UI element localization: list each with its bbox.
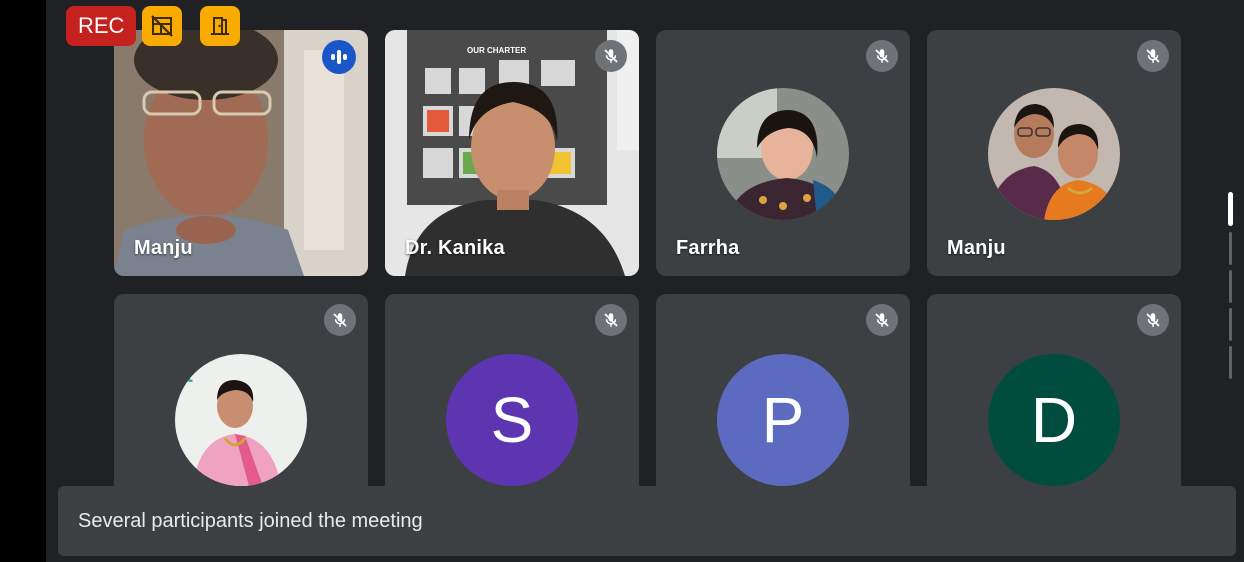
no-video-layout-icon[interactable] (142, 6, 182, 46)
scroll-page-marker (1229, 308, 1232, 341)
participant-name: Manju (134, 237, 193, 259)
participant-name: Manju (947, 237, 1006, 259)
notification-toast: Several participants joined the meeting (58, 486, 1236, 556)
participant-avatar-photo (717, 88, 849, 220)
left-edge-bar (0, 0, 46, 562)
muted-mic-icon (595, 304, 627, 336)
video-background-text: OUR CHARTER (467, 46, 526, 55)
participant-tile-2[interactable]: OUR CHARTER Dr. Kanika (385, 30, 639, 276)
participant-avatar-letter: S (446, 354, 578, 486)
participant-tile-3[interactable]: Farrha (656, 30, 910, 276)
participant-tile-1[interactable]: Manju (114, 30, 368, 276)
scroll-thumb[interactable] (1228, 192, 1233, 226)
scroll-page-marker (1229, 232, 1232, 265)
participant-avatar-photo (988, 88, 1120, 220)
muted-mic-icon (866, 304, 898, 336)
scroll-page-marker (1229, 346, 1232, 379)
toast-message: Several participants joined the meeting (78, 509, 423, 532)
muted-mic-icon (324, 304, 356, 336)
muted-mic-icon (866, 40, 898, 72)
participant-avatar-letter: P (717, 354, 849, 486)
muted-mic-icon (1137, 304, 1169, 336)
muted-mic-icon (595, 40, 627, 72)
scroll-page-marker (1229, 270, 1232, 303)
svg-text:rt: rt (177, 362, 194, 387)
participant-name: Dr. Kanika (405, 237, 505, 259)
participant-tile-4[interactable]: Manju (927, 30, 1181, 276)
participant-name: Farrha (676, 237, 740, 259)
participant-avatar-photo: rt (175, 354, 307, 486)
door-exit-icon[interactable] (200, 6, 240, 46)
meeting-screen: Manju OUR CHARTER Dr. Kanika Farrha Manj… (0, 0, 1244, 562)
speaking-indicator-icon (322, 40, 356, 74)
grid-scroll-indicator[interactable] (1228, 192, 1234, 382)
recording-badge[interactable]: REC (66, 6, 137, 46)
muted-mic-icon (1137, 40, 1169, 72)
participant-grid: Manju OUR CHARTER Dr. Kanika Farrha Manj… (46, 0, 1244, 562)
participant-avatar-letter: D (988, 354, 1120, 486)
